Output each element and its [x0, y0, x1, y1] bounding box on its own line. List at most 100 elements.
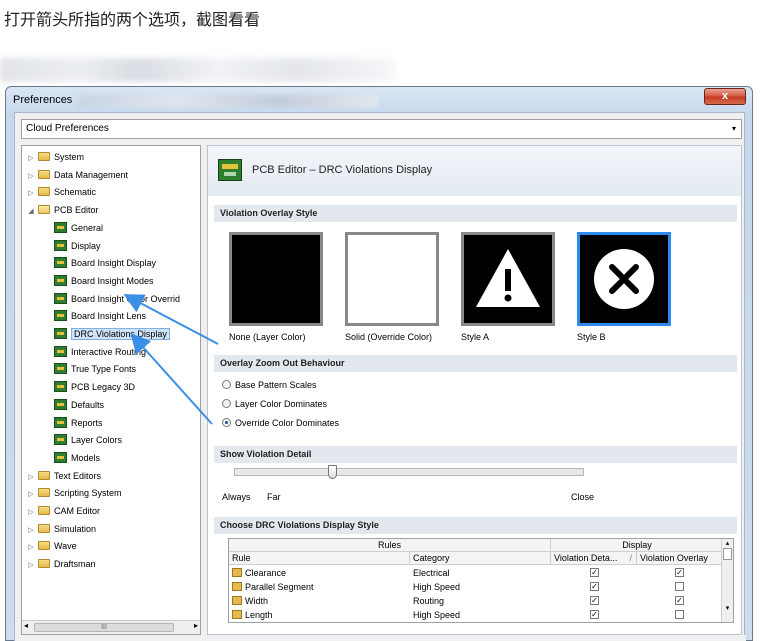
close-button[interactable]: x: [704, 88, 746, 105]
tree-item[interactable]: PCB Legacy 3D: [54, 379, 135, 395]
tree-item[interactable]: Board Insight Modes: [54, 273, 154, 289]
tree-item-label: DRC Violations Display: [71, 328, 170, 340]
scroll-up-icon[interactable]: ▴: [722, 539, 733, 547]
folder-icon: [38, 559, 50, 569]
overlay-label-solid: Solid (Override Color): [345, 332, 433, 342]
overlay-style-b[interactable]: [577, 232, 671, 326]
violation-detail-checkbox[interactable]: ✓: [590, 596, 599, 605]
tree-item[interactable]: Layer Colors: [54, 432, 122, 448]
violation-detail-checkbox[interactable]: ✓: [590, 582, 599, 591]
tree-item-label: Defaults: [71, 399, 105, 410]
expander-icon[interactable]: ▷: [26, 505, 36, 521]
detail-slider-track[interactable]: [234, 468, 584, 476]
overlay-style-a[interactable]: [461, 232, 555, 326]
violation-detail-checkbox[interactable]: ✓: [590, 568, 599, 577]
tree-item[interactable]: Reports: [54, 415, 103, 431]
tree-item[interactable]: ◢ PCB Editor: [26, 202, 99, 218]
tree-item[interactable]: ▷ CAM Editor: [26, 503, 100, 519]
table-row-category: High Speed: [413, 610, 461, 620]
column-header-category[interactable]: Category: [410, 552, 551, 565]
pcb-icon: [54, 398, 67, 410]
table-row-category: High Speed: [413, 582, 461, 592]
table-row-rule[interactable]: Width: [232, 594, 410, 608]
expander-icon[interactable]: ▷: [26, 169, 36, 185]
sort-icon: /: [629, 553, 632, 563]
overlay-style-solid[interactable]: [345, 232, 439, 326]
expander-icon[interactable]: ▷: [26, 487, 36, 503]
tree-item[interactable]: ▷ Schematic: [26, 184, 96, 200]
chevron-down-icon[interactable]: ▾: [732, 120, 736, 138]
violation-overlay-checkbox[interactable]: [675, 610, 684, 619]
expander-icon[interactable]: ▷: [26, 523, 36, 539]
expander-icon[interactable]: ▷: [26, 151, 36, 167]
tree-item-label: Interactive Routing: [71, 346, 147, 357]
scroll-thumb[interactable]: [723, 548, 732, 560]
pcb-icon: [54, 257, 67, 269]
tree-item[interactable]: True Type Fonts: [54, 361, 136, 377]
tree-item[interactable]: ▷ Data Management: [26, 167, 128, 183]
radio-indicator[interactable]: [222, 380, 231, 389]
column-header-violation-detail[interactable]: Violation Deta... /: [551, 552, 637, 565]
expander-icon[interactable]: ▷: [26, 470, 36, 486]
tree-horizontal-scrollbar[interactable]: ◂ III ▸: [22, 620, 200, 634]
table-row-category: Routing: [413, 596, 445, 606]
tree-item[interactable]: Board Insight Display: [54, 255, 156, 271]
expander-icon[interactable]: ▷: [26, 186, 36, 202]
tree-item[interactable]: Interactive Routing: [54, 344, 146, 360]
folder-icon: [38, 506, 50, 515]
tree-item-label: Display: [71, 240, 101, 251]
expander-icon[interactable]: ▷: [26, 558, 36, 574]
tree-item[interactable]: ▷ System: [26, 149, 84, 165]
expander-icon[interactable]: ▷: [26, 540, 36, 556]
rule-name: Parallel Segment: [245, 582, 314, 592]
tree-item[interactable]: ▷ Simulation: [26, 521, 96, 537]
scroll-thumb[interactable]: III: [34, 623, 174, 632]
grid-vertical-scrollbar[interactable]: ▴ ▾: [721, 539, 733, 622]
tree-item-label: Simulation: [54, 523, 97, 534]
radio-override-color-dominates[interactable]: Override Color Dominates: [222, 417, 339, 429]
folder-icon: [38, 541, 50, 551]
tree-item[interactable]: Defaults: [54, 397, 104, 413]
preferences-tree: ▷ System ▷ Data Management ▷ Schematic ◢ PCB Ed…: [21, 145, 201, 635]
detail-slider-thumb[interactable]: [328, 465, 337, 479]
violation-detail-checkbox[interactable]: ✓: [590, 610, 599, 619]
tree-item[interactable]: ▷ Text Editors: [26, 468, 101, 484]
tree-item[interactable]: Board Insight Lens: [54, 308, 146, 324]
pcb-icon: [54, 363, 67, 375]
violation-overlay-checkbox[interactable]: [675, 582, 684, 591]
violation-overlay-checkbox[interactable]: ✓: [675, 568, 684, 577]
pcb-icon: [54, 274, 67, 286]
cloud-preferences-combo[interactable]: Cloud Preferences ▾: [21, 119, 742, 139]
radio-indicator[interactable]: [222, 399, 231, 408]
table-row-rule[interactable]: Clearance: [232, 566, 410, 580]
tree-item[interactable]: Board Insight Color Overrid: [54, 291, 180, 307]
rule-name: Clearance: [245, 568, 287, 578]
radio-base-pattern-scales[interactable]: Base Pattern Scales: [222, 379, 317, 391]
table-row-rule[interactable]: Parallel Segment: [232, 580, 410, 594]
overlay-style-none[interactable]: [229, 232, 323, 326]
tree-item[interactable]: General: [54, 220, 103, 236]
overlay-label-none: None (Layer Color): [229, 332, 306, 342]
tree-item-label: Text Editors: [54, 470, 102, 481]
tree-item[interactable]: Models: [54, 450, 100, 466]
x-circle-icon: [594, 249, 654, 309]
violation-overlay-checkbox[interactable]: ✓: [675, 596, 684, 605]
column-header-rule[interactable]: Rule: [229, 552, 410, 565]
scroll-left-icon[interactable]: ◂: [24, 621, 28, 630]
scroll-down-icon[interactable]: ▾: [722, 604, 733, 612]
tree-item[interactable]: DRC Violations Display: [54, 326, 170, 342]
column-header-violation-overlay[interactable]: Violation Overlay: [637, 552, 723, 565]
tree-item[interactable]: ▷ Draftsman: [26, 556, 96, 572]
radio-layer-color-dominates[interactable]: Layer Color Dominates: [222, 398, 327, 410]
scroll-right-icon[interactable]: ▸: [194, 621, 198, 630]
expander-icon[interactable]: ◢: [26, 204, 36, 220]
tree-item-label: PCB Legacy 3D: [71, 382, 136, 393]
radio-label: Override Color Dominates: [235, 418, 340, 428]
radio-indicator[interactable]: [222, 418, 231, 427]
tree-item[interactable]: ▷ Wave: [26, 538, 77, 554]
table-row-rule[interactable]: Length: [232, 608, 410, 622]
pcb-icon: [54, 221, 67, 233]
tree-item[interactable]: ▷ Scripting System: [26, 485, 122, 501]
tree-item[interactable]: Display: [54, 238, 101, 254]
overlay-label-b: Style B: [577, 332, 606, 342]
